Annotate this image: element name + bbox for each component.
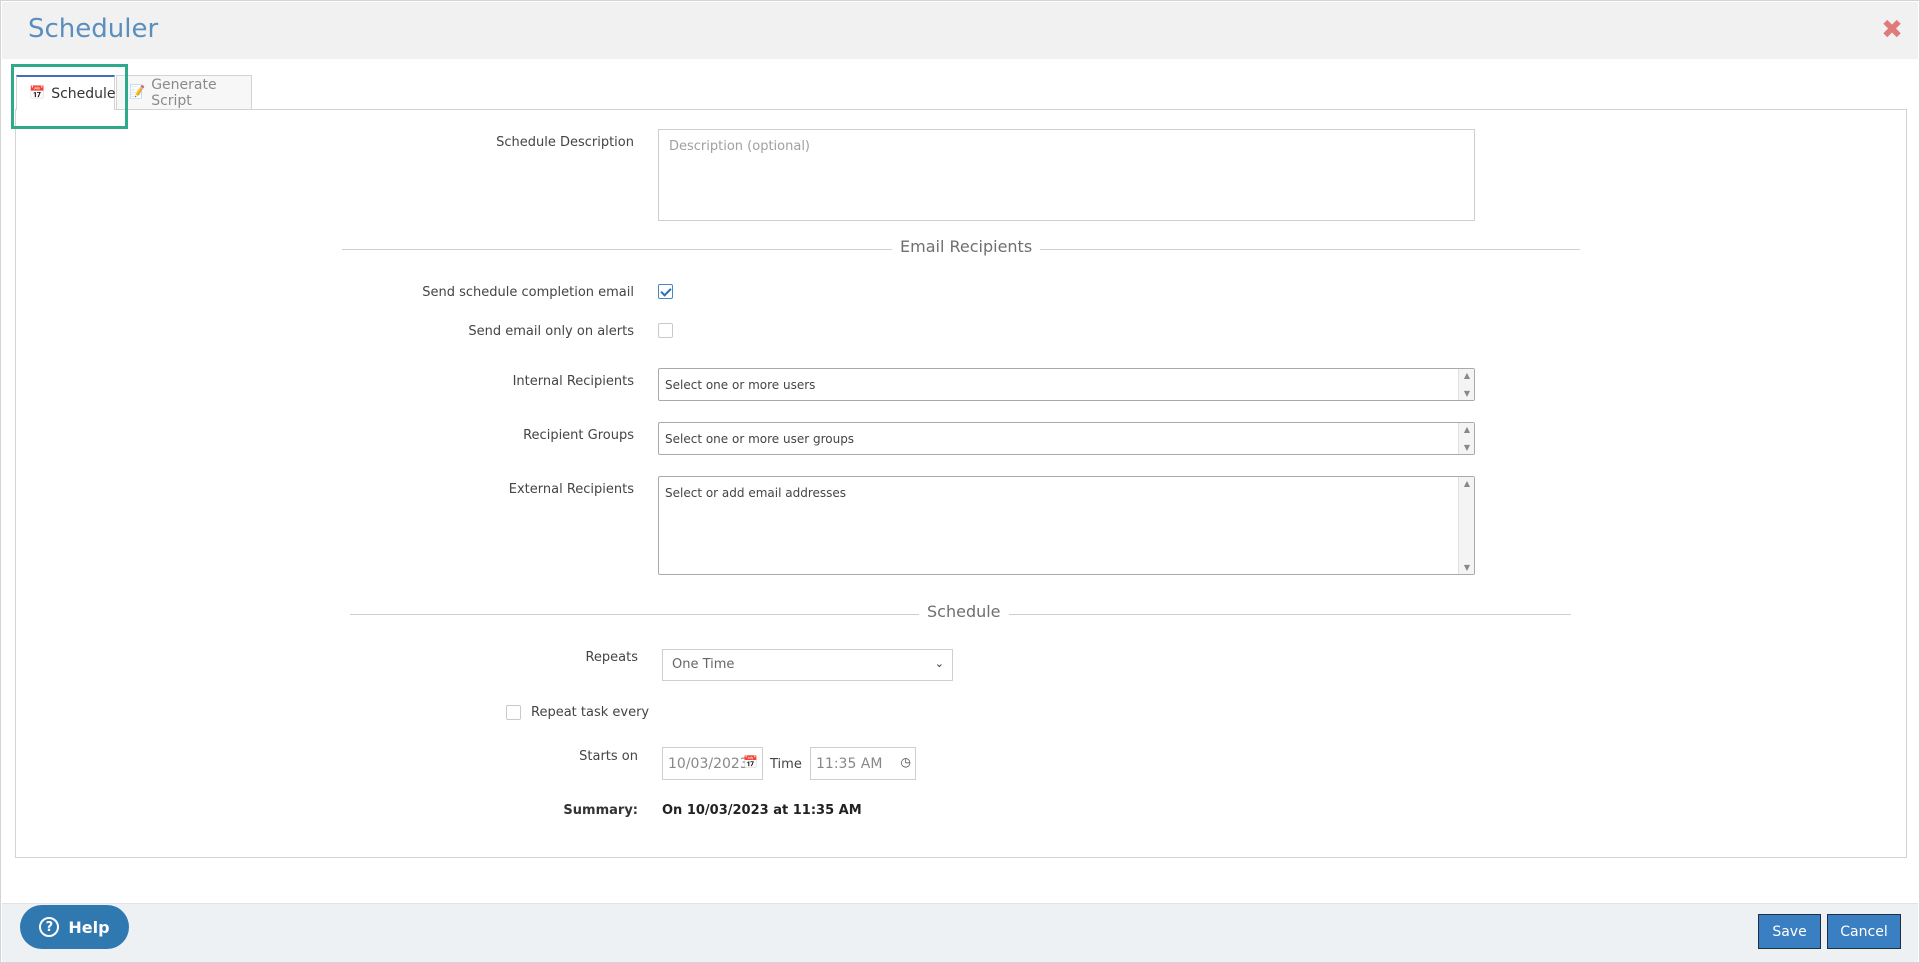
send-completion-checkbox[interactable]	[658, 284, 673, 299]
scroll-down-icon[interactable]: ▼	[1459, 389, 1475, 398]
scroll-up-icon[interactable]: ▲	[1459, 371, 1475, 380]
internal-recipients-scrollbar[interactable]: ▲ ▼	[1458, 369, 1474, 400]
tab-generate-script[interactable]: 📝 Generate Script	[116, 75, 252, 110]
internal-recipients-placeholder: Select one or more users	[665, 378, 816, 392]
dialog-title: Scheduler	[28, 14, 159, 44]
dialog-header: Scheduler ✖	[2, 2, 1918, 59]
time-label: Time	[770, 757, 802, 772]
recipient-groups-label: Recipient Groups	[523, 428, 634, 443]
send-completion-label: Send schedule completion email	[422, 285, 634, 300]
summary-value: On 10/03/2023 at 11:35 AM	[662, 803, 862, 818]
scroll-down-icon[interactable]: ▼	[1459, 443, 1475, 452]
scroll-down-icon[interactable]: ▼	[1459, 563, 1475, 572]
alerts-only-checkbox[interactable]	[658, 323, 673, 338]
repeats-value: One Time	[672, 657, 735, 672]
start-time-value: 11:35 AM	[816, 756, 883, 772]
scroll-up-icon[interactable]: ▲	[1459, 479, 1475, 488]
alerts-only-label: Send email only on alerts	[468, 324, 634, 339]
external-recipients-scrollbar[interactable]: ▲ ▼	[1458, 477, 1474, 574]
schedule-section-title: Schedule	[919, 602, 1009, 621]
description-input[interactable]: Description (optional)	[658, 129, 1475, 221]
tab-highlight-box	[11, 64, 128, 129]
cancel-button[interactable]: Cancel	[1827, 914, 1901, 949]
external-recipients-placeholder: Select or add email addresses	[665, 486, 847, 500]
external-recipients-label: External Recipients	[508, 482, 634, 497]
starts-on-label: Starts on	[579, 749, 638, 764]
calendar-icon[interactable]: 📅	[743, 755, 758, 769]
email-section-title: Email Recipients	[892, 237, 1041, 256]
external-recipients-input[interactable]: Select or add email addresses ▲ ▼	[658, 476, 1475, 575]
script-icon: 📝	[129, 85, 146, 100]
chevron-down-icon: ⌄	[934, 657, 944, 670]
internal-recipients-input[interactable]: Select one or more users ▲ ▼	[658, 368, 1475, 401]
recipient-groups-input[interactable]: Select one or more user groups ▲ ▼	[658, 422, 1475, 455]
dialog-footer	[2, 903, 1918, 962]
help-button[interactable]: ? Help	[20, 905, 129, 949]
scheduler-dialog: Scheduler ✖ 📅 Schedule 📝 Generate Script…	[0, 0, 1920, 963]
help-icon: ?	[39, 917, 60, 937]
start-date-value: 10/03/2023	[668, 756, 749, 772]
close-icon[interactable]: ✖	[1878, 16, 1906, 44]
repeat-task-label: Repeat task every	[531, 705, 650, 720]
tab-generate-script-label: Generate Script	[151, 76, 217, 109]
repeats-select[interactable]: One Time ⌄	[662, 649, 953, 681]
help-label: Help	[68, 917, 110, 937]
recipient-groups-placeholder: Select one or more user groups	[665, 432, 855, 446]
repeat-task-checkbox[interactable]	[506, 705, 521, 720]
description-label: Schedule Description	[496, 135, 634, 150]
summary-label: Summary:	[563, 803, 638, 818]
clock-icon[interactable]: ◷	[901, 755, 911, 769]
save-button[interactable]: Save	[1758, 914, 1821, 949]
start-date-input[interactable]: 10/03/2023 📅	[662, 747, 763, 780]
recipient-groups-scrollbar[interactable]: ▲ ▼	[1458, 423, 1474, 454]
internal-recipients-label: Internal Recipients	[512, 374, 634, 389]
repeats-label: Repeats	[585, 650, 638, 665]
start-time-input[interactable]: 11:35 AM ◷	[810, 747, 916, 780]
scroll-up-icon[interactable]: ▲	[1459, 425, 1475, 434]
